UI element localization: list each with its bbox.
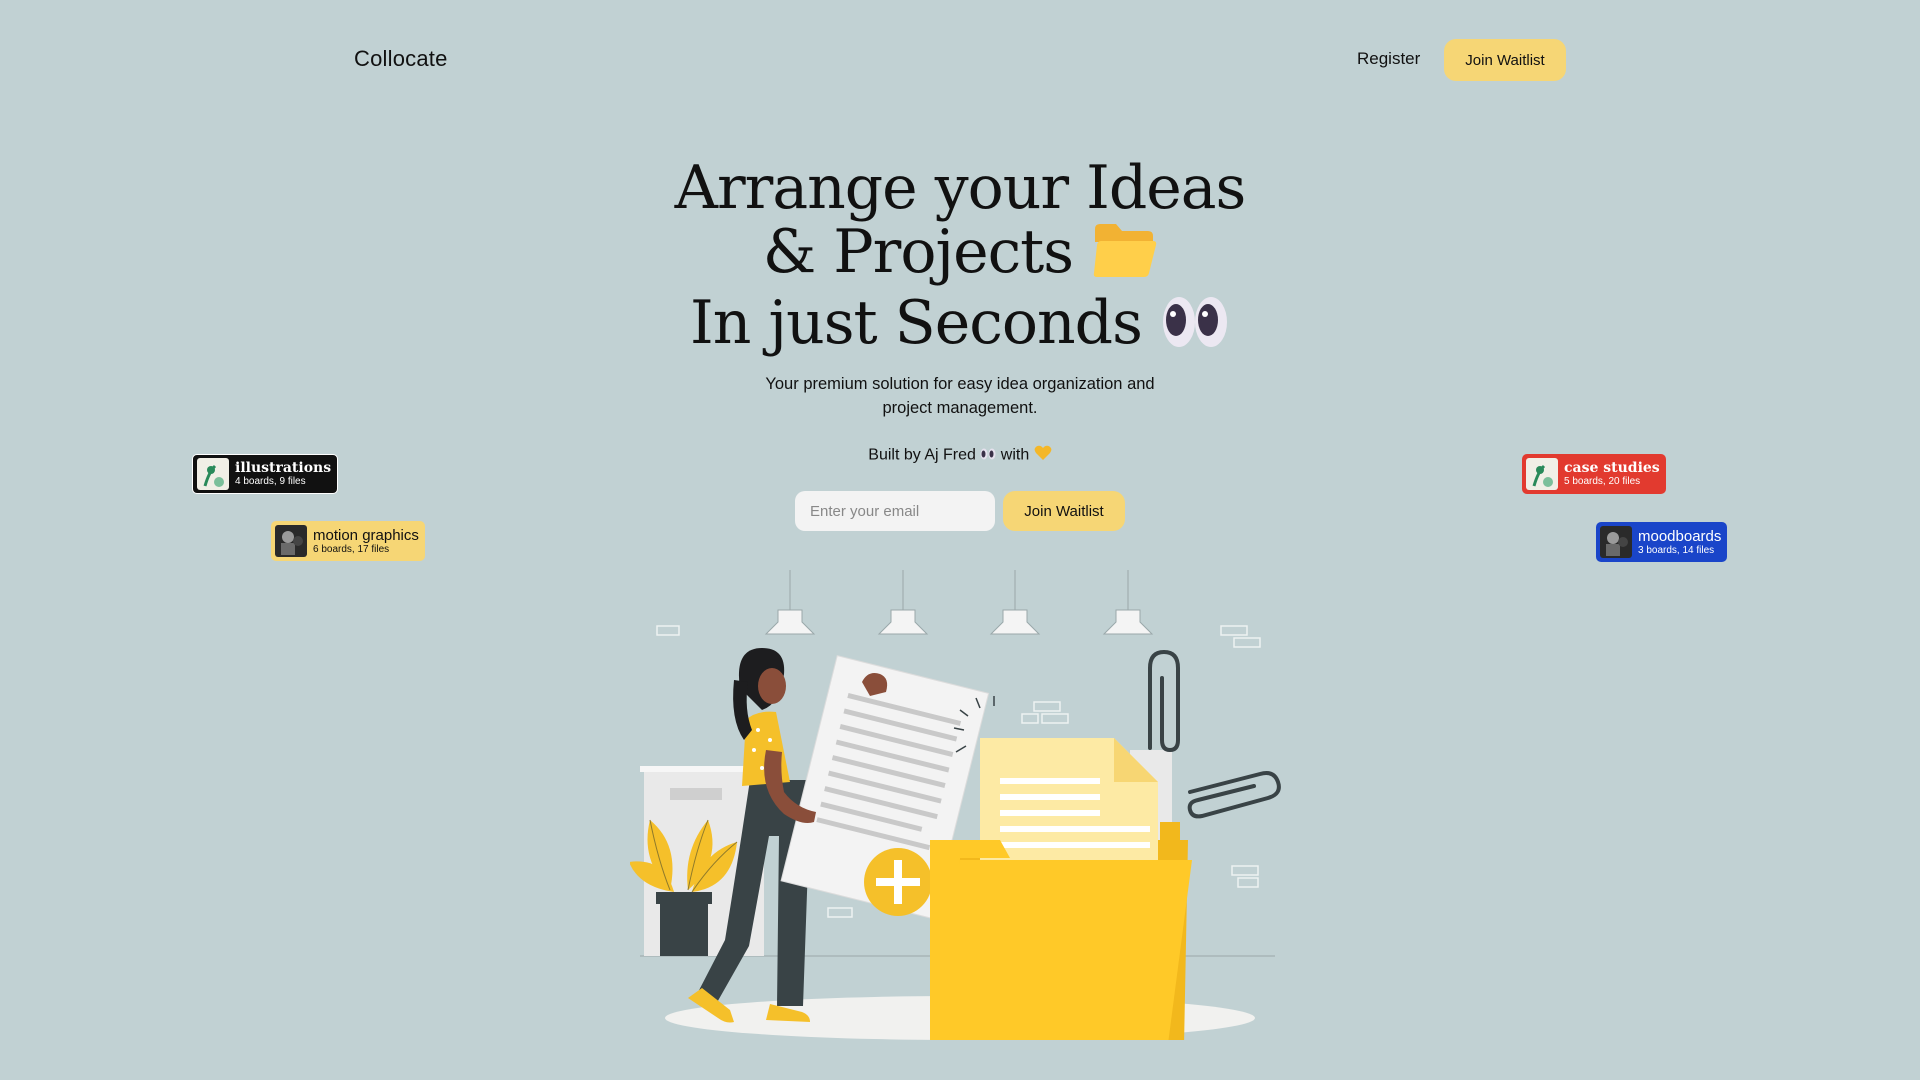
- hero-title-line-2-text: & Projects: [762, 217, 1074, 287]
- hero-title-line-3: In just Seconds: [560, 291, 1360, 361]
- tag-boards: 4 boards,: [235, 476, 277, 487]
- thumbnail-image: [1526, 458, 1558, 490]
- tag-boards: 6 boards,: [313, 543, 355, 555]
- folder-icon: [1091, 221, 1157, 291]
- heart-icon: [1034, 445, 1052, 465]
- hero-title: Arrange your Ideas & Projects In just Se…: [560, 156, 1360, 362]
- hero-title-line-2: & Projects: [560, 220, 1360, 291]
- brand-logo[interactable]: Collocate: [354, 46, 448, 72]
- tag-files: 20 files: [1608, 476, 1641, 487]
- nav-join-waitlist-button[interactable]: Join Waitlist: [1444, 39, 1566, 81]
- thumbnail-image: [1600, 526, 1632, 558]
- tag-illustrations[interactable]: illustrations 4 boards, 9 files: [192, 454, 339, 494]
- tag-files: 9 files: [279, 476, 306, 487]
- tag-files: 14 files: [1682, 544, 1715, 556]
- hero-title-line-1: Arrange your Ideas: [674, 153, 1247, 223]
- tag-title: moodboards: [1638, 527, 1722, 545]
- tag-title: illustrations: [235, 460, 332, 476]
- thumbnail-image: [275, 525, 307, 557]
- tag-boards: 3 boards,: [1638, 544, 1680, 556]
- register-link[interactable]: Register: [1357, 49, 1420, 69]
- tag-case-studies[interactable]: case studies 5 boards, 20 files: [1522, 454, 1666, 494]
- hero-subtitle: Your premium solution for easy idea orga…: [765, 375, 1155, 417]
- tag-title: case studies: [1564, 460, 1660, 476]
- tag-moodboards[interactable]: moodboards 3 boards, 14 files: [1596, 522, 1728, 562]
- tag-title: motion graphics: [313, 526, 419, 544]
- thumbnail-image: [197, 458, 229, 490]
- hero-title-line-3-text: In just Seconds: [690, 288, 1143, 359]
- eyes-icon: [1160, 294, 1230, 362]
- email-input[interactable]: [795, 491, 995, 531]
- built-by-line: Built by Aj Fred with: [660, 445, 1260, 466]
- built-by-text: Built by Aj Fred: [868, 446, 976, 464]
- built-with-text: with: [1000, 446, 1030, 464]
- tag-files: 17 files: [357, 543, 390, 555]
- join-waitlist-button[interactable]: Join Waitlist: [1003, 491, 1125, 531]
- hero-illustration: [630, 570, 1281, 1040]
- eyes-icon: [980, 447, 1000, 464]
- tag-motion-graphics[interactable]: motion graphics 6 boards, 17 files: [271, 521, 425, 561]
- tag-boards: 5 boards,: [1564, 476, 1606, 487]
